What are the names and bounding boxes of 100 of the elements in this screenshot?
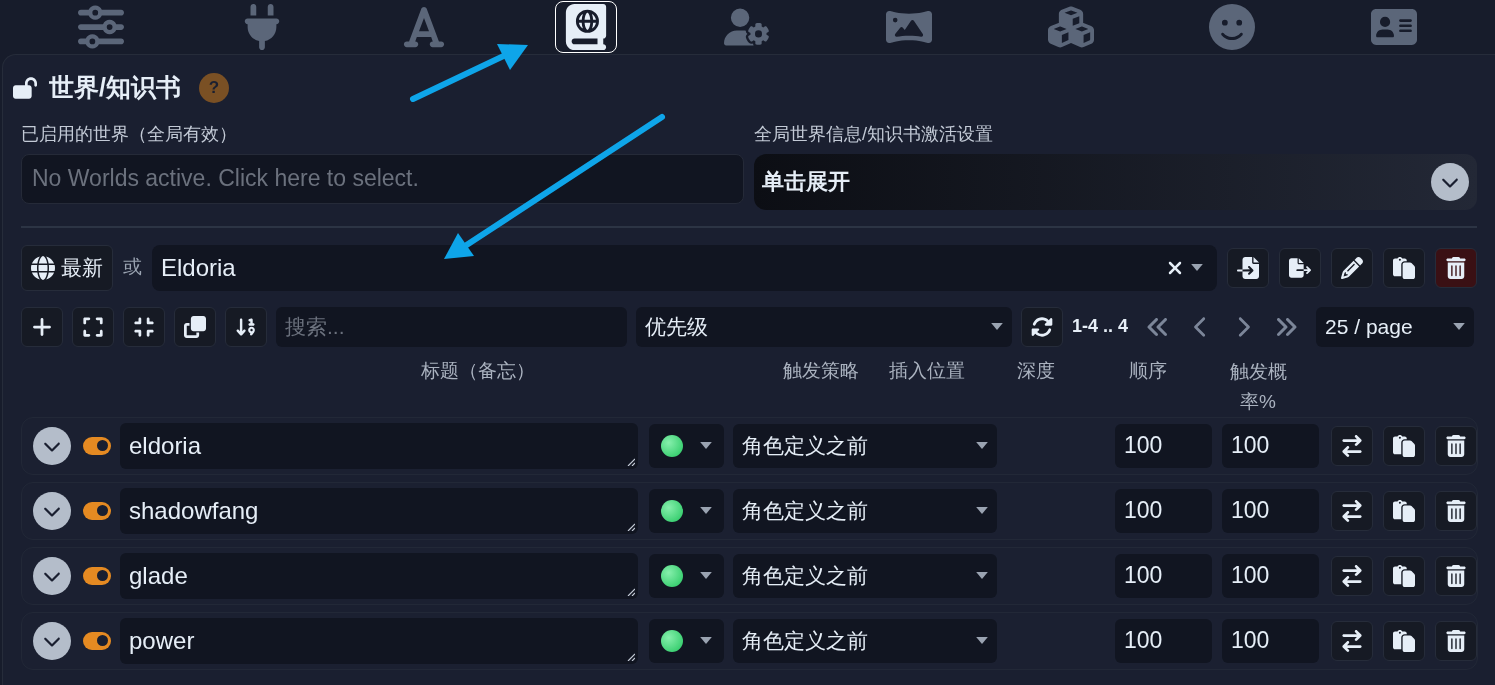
chevron-down-icon[interactable] [33,556,71,595]
title-field[interactable]: power [120,617,638,664]
chevron-down-icon[interactable] [33,621,71,660]
swap-arrows-icon [1341,434,1363,457]
caret-icon [976,572,988,579]
duplicate-button[interactable] [1383,247,1425,288]
delete-button[interactable] [1435,425,1477,466]
pencil-icon [1341,256,1363,279]
title-field[interactable]: eldoria [120,422,638,469]
cubes-icon [1047,4,1094,50]
resize-handle-icon [627,522,635,531]
newest-button[interactable]: 最新 [21,244,113,291]
column-header: 顺序 [1129,358,1168,383]
trash-icon [1445,499,1467,522]
delete-button[interactable] [1435,490,1477,531]
sort-number-icon [235,315,257,338]
caret-icon [976,442,988,449]
panel-title: 世界/知识书 [49,72,181,103]
toggle-switch[interactable] [83,566,111,585]
caret-icon [1453,323,1466,330]
order-field[interactable]: 100 [1115,618,1212,663]
order-field[interactable]: 100 [1115,423,1212,468]
expand-button[interactable] [72,306,114,347]
nav-tab[interactable] [554,1,617,53]
duplicate-button[interactable] [1383,555,1425,596]
refresh-icon [1031,315,1053,338]
column-header: 深度 [1017,358,1056,383]
resize-handle-icon [627,457,635,466]
position-select[interactable]: 角色定义之前 [733,553,997,598]
caret-icon [976,507,988,514]
position-select[interactable]: 角色定义之前 [733,488,997,533]
search-field[interactable]: 搜索... [276,306,627,347]
chevron-down-icon[interactable] [33,426,71,465]
position-select[interactable]: 角色定义之前 [733,423,997,468]
import-button[interactable] [1227,247,1269,288]
title-field[interactable]: shadowfang [120,487,638,534]
swap-arrows-icon [1341,564,1363,587]
page-size-select[interactable]: 25 / page [1316,306,1475,347]
rename-button[interactable] [1331,247,1373,288]
swap-arrows-icon [1341,499,1363,522]
probability-field[interactable]: 100 [1222,618,1319,663]
swap-arrows-icon [1341,629,1363,652]
move-button[interactable] [1331,620,1373,661]
toggle-switch[interactable] [83,501,111,520]
move-button[interactable] [1331,555,1373,596]
order-field[interactable]: 100 [1115,488,1212,533]
resize-handle-icon [627,652,635,661]
move-button[interactable] [1331,490,1373,531]
title-field[interactable]: glade [120,552,638,599]
strategy-select[interactable] [649,488,724,533]
caret-icon [976,637,988,644]
expand-drawer[interactable]: 单击展开 [754,153,1477,210]
strategy-select[interactable] [649,423,724,468]
compress-icon [133,315,155,338]
clone-icon [184,315,206,338]
collapse-button[interactable] [123,306,165,347]
resize-handle-icon [627,587,635,596]
position-select[interactable]: 角色定义之前 [733,618,997,663]
trash-icon [1445,434,1467,457]
export-button[interactable] [1279,247,1321,288]
caret-icon [700,507,712,514]
world-select[interactable]: Eldoria [152,244,1217,291]
column-header: 标题（备忘） [421,358,536,383]
copy-icon [1393,256,1415,279]
strategy-select[interactable] [649,553,724,598]
delete-button[interactable] [1435,620,1477,661]
unlock-icon [13,75,37,100]
chevron-down-icon[interactable] [33,491,71,530]
move-button[interactable] [1331,425,1373,466]
smiley-icon [1209,4,1256,50]
field-label: 已启用的世界（全局有效） [21,122,238,146]
duplicate-button[interactable] [1383,620,1425,661]
or-text: 或 [123,255,142,280]
probability-field[interactable]: 100 [1222,423,1319,468]
strategy-select[interactable] [649,618,724,663]
page-range: 1-4 .. 4 [1072,315,1129,338]
copy-icon [1393,629,1415,652]
column-header: 触发概率% [1228,359,1288,414]
toggle-switch[interactable] [83,631,111,650]
plus-icon [31,315,53,338]
sort-select[interactable]: 优先级 [636,306,1012,347]
duplicate-button[interactable] [1383,425,1425,466]
sort-button[interactable] [225,306,267,347]
caret-icon [1191,264,1203,271]
add-copy-button[interactable] [174,306,216,347]
column-header: 插入位置 [889,358,966,383]
refresh-button[interactable] [1021,306,1063,347]
delete-button[interactable] [1435,555,1477,596]
probability-field[interactable]: 100 [1222,553,1319,598]
copy-icon [1393,434,1415,457]
trash-icon [1445,629,1467,652]
caret-icon [700,442,712,449]
duplicate-button[interactable] [1383,490,1425,531]
field-label: 全局世界信息/知识书激活设置 [754,122,994,146]
order-field[interactable]: 100 [1115,553,1212,598]
worlds-field[interactable]: No Worlds active. Click here to select. [21,153,744,204]
delete-button[interactable] [1435,247,1477,288]
toggle-switch[interactable] [83,436,111,455]
probability-field[interactable]: 100 [1222,488,1319,533]
add-button[interactable] [21,306,63,347]
